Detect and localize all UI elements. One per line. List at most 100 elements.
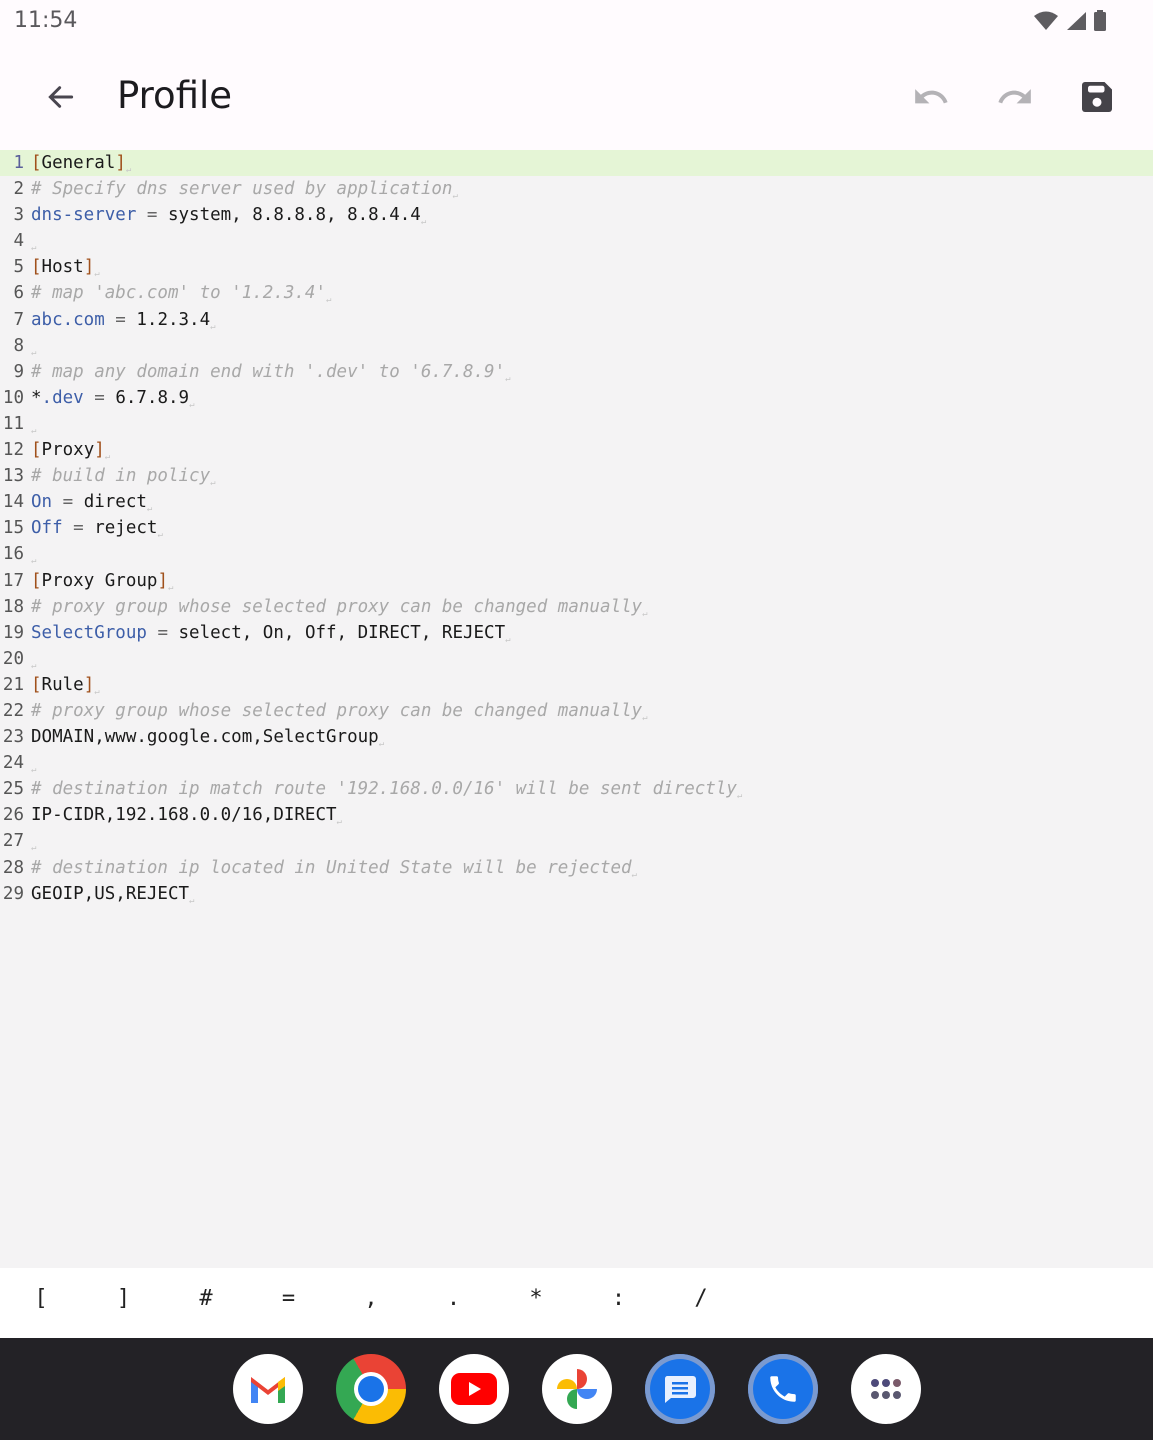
code-line[interactable]: 22 # proxy group whose selected proxy can… bbox=[0, 698, 1153, 724]
dock-app-drawer[interactable] bbox=[851, 1354, 921, 1424]
code-line[interactable]: 28 # destination ip located in United Sta… bbox=[0, 855, 1153, 881]
code-line[interactable]: 23 DOMAIN,www.google.com,SelectGroup↵ bbox=[0, 724, 1153, 750]
newline-marker: ↵ bbox=[505, 373, 511, 384]
line-number: 4 bbox=[13, 231, 24, 252]
code-line[interactable]: 12 [Proxy]↵ bbox=[0, 437, 1153, 463]
code-line[interactable]: 29 GEOIP,US,REJECT↵ bbox=[0, 881, 1153, 907]
dock-app-chrome[interactable] bbox=[336, 1354, 406, 1424]
code-line[interactable]: 2 # Specify dns server used by applicatio… bbox=[0, 176, 1153, 202]
dock-app-phone[interactable] bbox=[748, 1354, 818, 1424]
newline-marker: ↵ bbox=[31, 425, 37, 436]
bracket-token: [ bbox=[31, 257, 42, 278]
gmail-icon bbox=[251, 1377, 285, 1403]
dock-app-messages[interactable] bbox=[645, 1354, 715, 1424]
code-line[interactable]: 20 ↵ bbox=[0, 646, 1153, 672]
newline-marker: ↵ bbox=[189, 399, 195, 410]
symbol-key[interactable]: / bbox=[681, 1286, 721, 1311]
code-line[interactable]: 19 SelectGroup = select, On, Off, DIRECT,… bbox=[0, 620, 1153, 646]
code-line[interactable]: 4 ↵ bbox=[0, 228, 1153, 254]
symbol-key[interactable]: , bbox=[351, 1286, 391, 1311]
text-token: DOMAIN,www.google.com,SelectGroup bbox=[31, 727, 379, 748]
code-line[interactable]: 14 On = direct↵ bbox=[0, 489, 1153, 515]
dock-app-photos[interactable] bbox=[542, 1354, 612, 1424]
newline-marker: ↵ bbox=[31, 556, 37, 567]
symbol-key[interactable]: ] bbox=[104, 1286, 144, 1311]
newline-marker: ↵ bbox=[31, 843, 37, 854]
key-token: Off bbox=[31, 518, 63, 539]
status-time: 11:54 bbox=[14, 8, 78, 33]
code-line[interactable]: 16 ↵ bbox=[0, 541, 1153, 567]
code-line[interactable]: 3 dns-server = system, 8.8.8.8, 8.8.4.4↵ bbox=[0, 202, 1153, 228]
code-editor[interactable]: 1 [General]↵ 2 # Specify dns server used by… bbox=[0, 150, 1153, 1268]
line-number: 8 bbox=[13, 335, 24, 356]
key-token: .dev bbox=[41, 387, 84, 408]
text-token: GEOIP,US,REJECT bbox=[31, 883, 190, 904]
code-line[interactable]: 5 [Host]↵ bbox=[0, 254, 1153, 280]
line-number: 6 bbox=[13, 283, 24, 304]
code-line[interactable]: 18 # proxy group whose selected proxy can… bbox=[0, 594, 1153, 620]
code-line[interactable]: 25 # destination ip match route '192.168.… bbox=[0, 776, 1153, 802]
text-token: Proxy bbox=[41, 440, 95, 461]
newline-marker: ↵ bbox=[210, 478, 216, 489]
line-number: 20 bbox=[2, 648, 24, 669]
phone-icon bbox=[770, 1376, 796, 1402]
code-line[interactable]: 27 ↵ bbox=[0, 828, 1153, 854]
comment-token: # map any domain end with '.dev' to '6.7… bbox=[31, 361, 506, 382]
line-number: 22 bbox=[2, 700, 24, 721]
line-number: 21 bbox=[2, 674, 24, 695]
code-line[interactable]: 13 # build in policy↵ bbox=[0, 463, 1153, 489]
line-number: 29 bbox=[2, 883, 24, 904]
line-number: 16 bbox=[2, 544, 24, 565]
line-number: 7 bbox=[13, 309, 24, 330]
symbol-key[interactable]: [ bbox=[21, 1286, 61, 1311]
code-line[interactable]: 26 IP-CIDR,192.168.0.0/16,DIRECT↵ bbox=[0, 802, 1153, 828]
battery-icon bbox=[1094, 10, 1106, 31]
symbol-key[interactable]: : bbox=[599, 1286, 639, 1311]
text-token: system, 8.8.8.8, 8.8.4.4 bbox=[167, 205, 421, 226]
dock-app-youtube[interactable] bbox=[439, 1354, 509, 1424]
code-line[interactable]: 1 [General]↵ bbox=[0, 150, 1153, 177]
code-line[interactable]: 11 ↵ bbox=[0, 411, 1153, 437]
chrome-icon bbox=[354, 1372, 388, 1406]
save-icon bbox=[1082, 82, 1112, 112]
comment-token: # proxy group whose selected proxy can b… bbox=[31, 700, 643, 721]
text-token: IP-CIDR,192.168.0.0/16,DIRECT bbox=[31, 805, 337, 826]
newline-marker: ↵ bbox=[31, 765, 37, 776]
code-line[interactable]: 8 ↵ bbox=[0, 333, 1153, 359]
symbol-bar: [] # =,. *: / bbox=[0, 1268, 1153, 1338]
code-line[interactable]: 17 [Proxy Group]↵ bbox=[0, 568, 1153, 594]
newline-marker: ↵ bbox=[210, 321, 216, 332]
key-token: On bbox=[31, 492, 53, 513]
text-token: 6.7.8.9 bbox=[115, 387, 190, 408]
redo-button[interactable] bbox=[990, 72, 1040, 122]
code-line[interactable]: 24 ↵ bbox=[0, 750, 1153, 776]
bracket-token: ] bbox=[83, 257, 95, 278]
undo-button[interactable] bbox=[906, 72, 956, 122]
photos-icon bbox=[557, 1369, 597, 1409]
newline-marker: ↵ bbox=[146, 504, 153, 515]
operator-token: = bbox=[146, 622, 179, 643]
arrow-left-icon bbox=[48, 86, 74, 108]
code-line[interactable]: 21 [Rule]↵ bbox=[0, 672, 1153, 698]
code-line[interactable]: 6 # map 'abc.com' to '1.2.3.4'↵ bbox=[0, 280, 1153, 306]
newline-marker: ↵ bbox=[336, 817, 342, 828]
symbol-key[interactable]: # bbox=[186, 1286, 226, 1311]
newline-marker: ↵ bbox=[125, 165, 132, 175]
symbol-key[interactable]: . bbox=[434, 1286, 474, 1311]
code-line[interactable]: 9 # map any domain end with '.dev' to '6.… bbox=[0, 359, 1153, 385]
code-line[interactable]: 7 abc.com = 1.2.3.4↵ bbox=[0, 307, 1153, 333]
text-token: direct bbox=[83, 492, 147, 513]
operator-token: = bbox=[136, 205, 168, 226]
dock-app-gmail[interactable] bbox=[233, 1354, 303, 1424]
line-number: 12 bbox=[2, 440, 24, 461]
symbol-key[interactable]: * bbox=[516, 1286, 556, 1311]
code-line[interactable]: 15 Off = reject↵ bbox=[0, 515, 1153, 541]
line-number: 15 bbox=[2, 518, 24, 539]
save-button[interactable] bbox=[1072, 72, 1122, 122]
symbol-key[interactable]: = bbox=[269, 1286, 309, 1311]
key-token: SelectGroup bbox=[31, 622, 147, 643]
line-number: 2 bbox=[13, 179, 24, 200]
code-line[interactable]: 10 *.dev = 6.7.8.9↵ bbox=[0, 385, 1153, 411]
back-button[interactable] bbox=[36, 74, 86, 120]
wifi-icon bbox=[1034, 11, 1058, 30]
